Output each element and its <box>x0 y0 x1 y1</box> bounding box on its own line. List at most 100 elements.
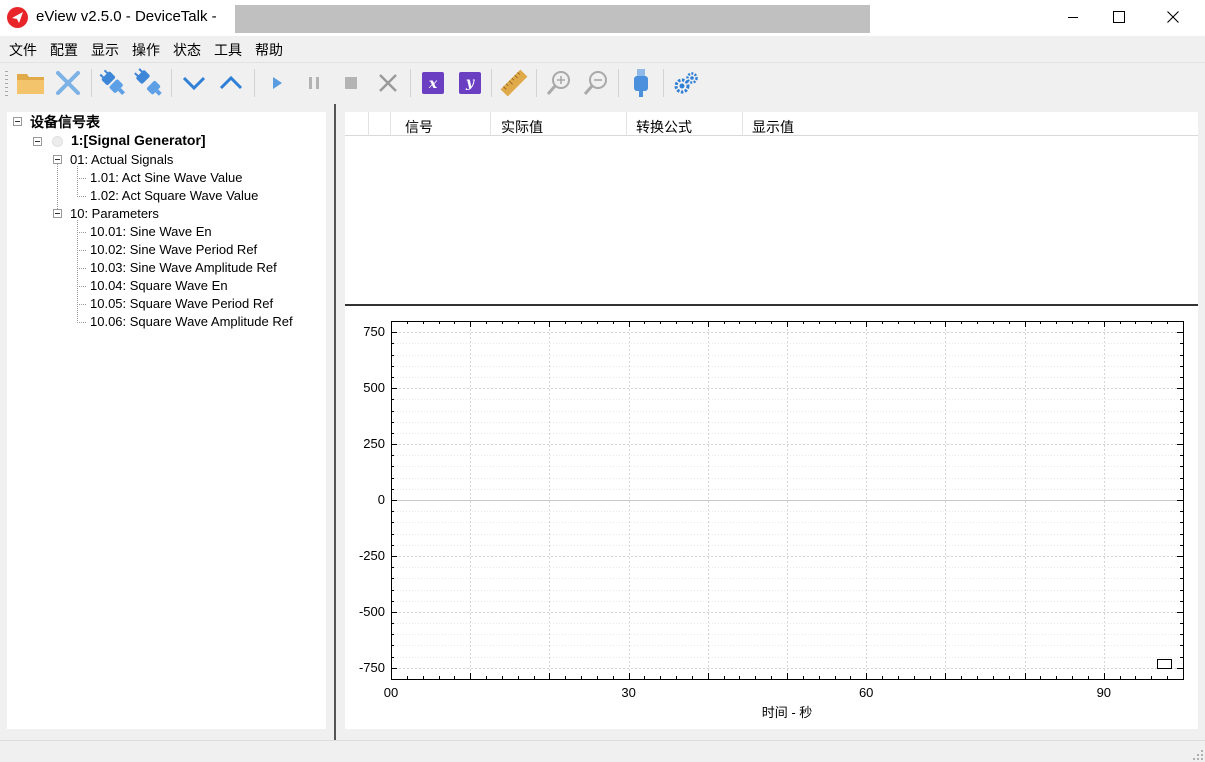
disconnect-button[interactable] <box>133 67 165 99</box>
column-header-signal[interactable]: 信号 <box>391 112 491 136</box>
menu-tools[interactable]: 工具 <box>214 36 242 62</box>
toolbar-separator <box>410 69 411 97</box>
close-button[interactable] <box>1150 0 1196 34</box>
close-config-button[interactable] <box>52 67 84 99</box>
table-header: 信号 实际值 转换公式 显示值 <box>345 112 1198 136</box>
resize-grip-icon[interactable] <box>1193 750 1203 760</box>
start-button[interactable] <box>261 67 293 99</box>
trend-chart[interactable]: 750 500 250 0 -250 -500 -750 00 30 60 90 时间 - 秒 <box>345 306 1198 729</box>
window-title: eView v2.5.0 - DeviceTalk - <box>36 8 217 25</box>
pause-icon <box>309 77 319 89</box>
zoom-in-icon <box>546 71 570 95</box>
legend-box[interactable] <box>1157 659 1172 669</box>
tree-collapse-toggle[interactable] <box>33 137 42 146</box>
column-header-formula[interactable]: 转换公式 <box>627 112 743 136</box>
tree-guide-line <box>77 250 87 251</box>
tree-group-parameters[interactable]: 10: Parameters <box>70 206 159 224</box>
x-tick-label: 60 <box>859 685 873 700</box>
tree-guide-line <box>77 322 87 323</box>
toolbar-separator <box>618 69 619 97</box>
toolbar-separator <box>254 69 255 97</box>
usb-icon <box>634 69 648 97</box>
move-down-button[interactable] <box>178 67 210 99</box>
y-tick-label: 250 <box>363 436 385 451</box>
y-tick-label: 500 <box>363 380 385 395</box>
menu-file[interactable]: 文件 <box>9 36 37 62</box>
tree-guide-line <box>77 232 87 233</box>
x-axis-icon: x <box>422 72 444 94</box>
app-window: eView v2.5.0 - DeviceTalk - 文件 配置 显示 操作 … <box>0 0 1205 762</box>
toolbar-separator <box>91 69 92 97</box>
menu-help[interactable]: 帮助 <box>255 36 283 62</box>
folder-open-icon <box>17 74 44 94</box>
header-checkbox-column[interactable] <box>369 112 391 136</box>
y-axis-icon: y <box>459 72 481 94</box>
signal-tree-panel: 设备信号表 1:[Signal Generator] 01: Actual Si… <box>7 112 326 729</box>
zoom-out-icon <box>583 71 607 95</box>
tree-collapse-toggle[interactable] <box>13 117 22 126</box>
tree-parameter-item[interactable]: 10.06: Square Wave Amplitude Ref <box>90 314 293 332</box>
tree-guide-line <box>77 166 78 196</box>
tree-guide-line <box>57 164 58 214</box>
close-x-icon <box>56 71 80 95</box>
title-redacted-area <box>235 5 870 33</box>
measure-button[interactable] <box>498 67 530 99</box>
tree-parameter-item[interactable]: 10.03: Sine Wave Amplitude Ref <box>90 260 277 278</box>
trend-chart-panel: 750 500 250 0 -250 -500 -750 00 30 60 90 时间 - 秒 <box>345 306 1198 729</box>
play-icon <box>273 77 282 89</box>
pause-button[interactable] <box>298 67 330 99</box>
disconnect-icon <box>134 68 162 96</box>
tree-collapse-toggle[interactable] <box>53 209 62 218</box>
vertical-splitter[interactable] <box>334 104 336 740</box>
y-tick-label: 750 <box>363 324 385 339</box>
connect-button[interactable] <box>97 67 129 99</box>
tree-guide-line <box>77 268 87 269</box>
menu-status[interactable]: 状态 <box>173 36 201 62</box>
app-logo-icon <box>7 7 28 28</box>
column-header-actual-value[interactable]: 实际值 <box>491 112 627 136</box>
tree-collapse-toggle[interactable] <box>53 155 62 164</box>
maximize-button[interactable] <box>1096 0 1142 34</box>
signal-table: 信号 实际值 转换公式 显示值 <box>345 112 1198 304</box>
x-tick-label: 30 <box>621 685 635 700</box>
y-tick-label: -250 <box>359 548 385 563</box>
clear-icon <box>379 74 397 92</box>
tree-parameter-item[interactable]: 10.05: Square Wave Period Ref <box>90 296 273 314</box>
settings-button[interactable] <box>670 67 702 99</box>
x-axis-label: 时间 - 秒 <box>762 705 813 720</box>
open-folder-button[interactable] <box>15 67 47 99</box>
x-tick-label: 00 <box>384 685 398 700</box>
usb-button[interactable] <box>625 67 657 99</box>
tree-group-actual-signals[interactable]: 01: Actual Signals <box>70 152 173 170</box>
tree-guide-line <box>77 178 87 179</box>
tree-device-node[interactable]: 1:[Signal Generator] <box>71 132 206 150</box>
stop-button[interactable] <box>335 67 367 99</box>
x-axis-button[interactable]: x <box>417 67 449 99</box>
move-up-button[interactable] <box>215 67 247 99</box>
tree-parameter-item[interactable]: 10.04: Square Wave En <box>90 278 228 296</box>
tree-parameter-item[interactable]: 10.01: Sine Wave En <box>90 224 212 242</box>
minimize-button[interactable] <box>1050 0 1096 34</box>
menu-operate[interactable]: 操作 <box>132 36 160 62</box>
tree-guide-line <box>77 196 87 197</box>
stop-icon <box>345 77 357 89</box>
column-header-display-value[interactable]: 显示值 <box>743 112 1198 136</box>
tree-parameter-item[interactable]: 10.02: Sine Wave Period Ref <box>90 242 257 260</box>
y-tick-label: -500 <box>359 604 385 619</box>
x-tick-labels: 00 30 60 90 <box>384 685 1111 700</box>
y-tick-labels: 750 500 250 0 -250 -500 -750 <box>359 324 385 675</box>
svg-text:x: x <box>428 76 438 92</box>
y-axis-button[interactable]: y <box>454 67 486 99</box>
tree-signal-item[interactable]: 1.02: Act Square Wave Value <box>90 188 258 206</box>
tree-root-label[interactable]: 设备信号表 <box>30 112 100 130</box>
zoom-out-button[interactable] <box>580 67 612 99</box>
menu-bar: 文件 配置 显示 操作 状态 工具 帮助 <box>0 36 1205 62</box>
zoom-in-button[interactable] <box>543 67 575 99</box>
menu-view[interactable]: 显示 <box>91 36 119 62</box>
clear-button[interactable] <box>372 67 404 99</box>
toolbar-grip[interactable] <box>5 71 8 97</box>
toolbar-separator <box>536 69 537 97</box>
tree-signal-item[interactable]: 1.01: Act Sine Wave Value <box>90 170 242 188</box>
toolbar-separator <box>663 69 664 97</box>
menu-config[interactable]: 配置 <box>50 36 78 62</box>
